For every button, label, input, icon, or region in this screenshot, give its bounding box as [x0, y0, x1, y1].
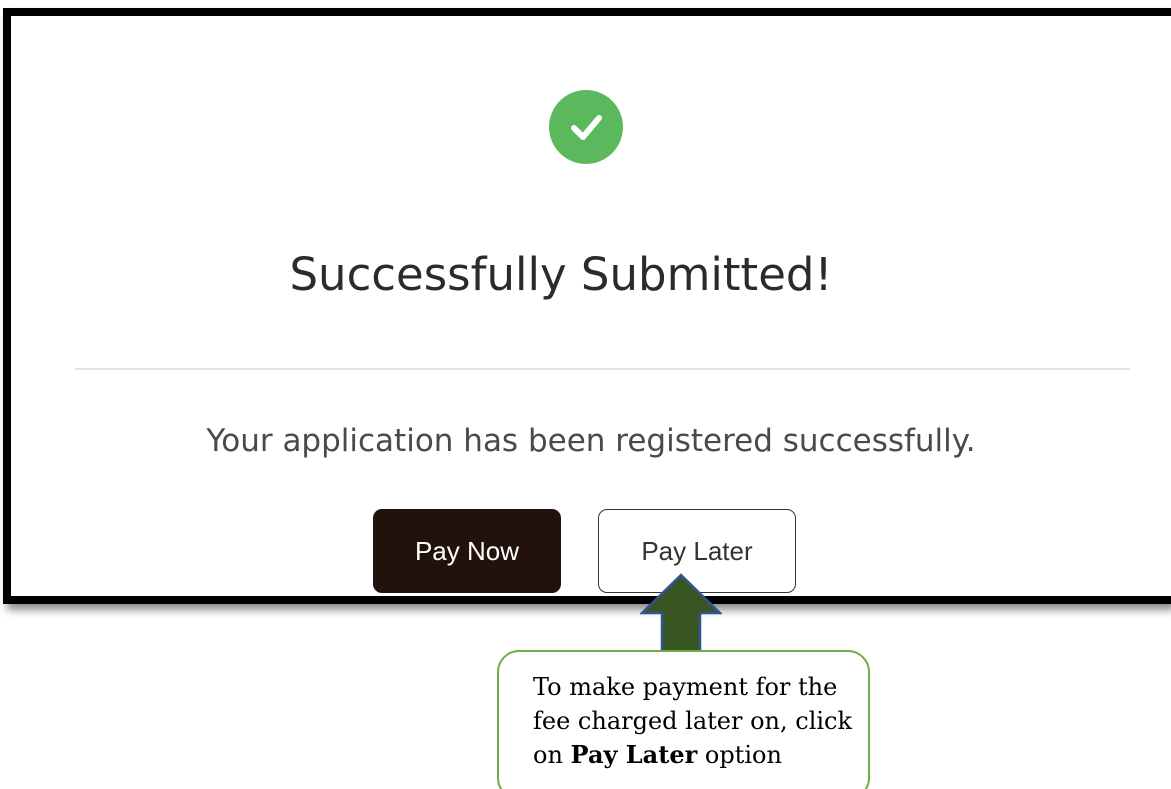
pay-now-button[interactable]: Pay Now — [373, 509, 561, 593]
callout-text-end: option — [697, 741, 782, 769]
up-arrow-icon — [640, 573, 722, 658]
submission-success-dialog: Successfully Submitted! Your application… — [3, 8, 1171, 604]
divider — [75, 368, 1130, 370]
checkmark-icon — [571, 115, 602, 140]
success-message: Your application has been registered suc… — [206, 423, 976, 459]
success-title: Successfully Submitted! — [289, 248, 833, 301]
check-circle-icon — [549, 90, 623, 164]
page: Successfully Submitted! Your application… — [0, 0, 1171, 789]
pay-later-callout: To make payment for the fee charged late… — [497, 650, 870, 789]
callout-bold-text: Pay Later — [570, 740, 698, 769]
